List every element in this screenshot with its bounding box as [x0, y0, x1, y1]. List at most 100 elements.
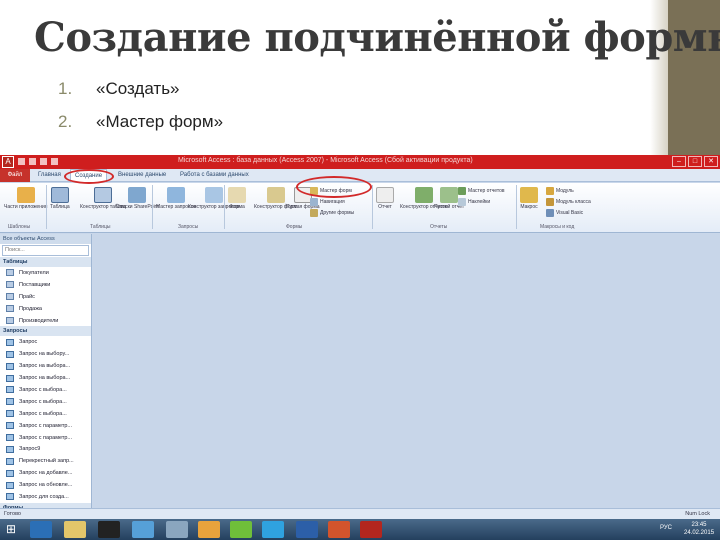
other-forms-button[interactable]: Другие формы — [310, 209, 354, 217]
nav-item-query[interactable]: Запрос для созда... — [0, 491, 91, 503]
module-button[interactable]: Модуль — [546, 187, 574, 195]
nav-item-label: Покупатели — [19, 269, 49, 276]
form-button[interactable]: Форма — [228, 187, 246, 210]
nav-item-query[interactable]: Перекрестный запр... — [0, 455, 91, 467]
app-icon[interactable] — [230, 521, 252, 538]
table-object-icon — [6, 305, 14, 313]
query-object-icon — [6, 350, 14, 358]
tables-list: Покупатели Поставщики Прайс Продажа Производ… — [0, 267, 91, 326]
word-icon[interactable] — [296, 521, 318, 538]
nav-group-queries[interactable]: Запросы — [0, 326, 91, 337]
query-object-icon — [6, 481, 14, 489]
query-wizard-icon — [167, 187, 186, 203]
minimize-icon[interactable]: – — [672, 156, 686, 167]
redo-icon[interactable] — [40, 158, 47, 165]
table-button[interactable]: Таблица — [50, 187, 70, 210]
nav-item-table[interactable]: Производители — [0, 315, 91, 327]
tray-time: 23:45 — [691, 522, 707, 528]
customize-icon[interactable] — [51, 158, 58, 165]
nav-item-query[interactable]: Запрос — [0, 336, 91, 348]
step-number: 2. — [58, 111, 73, 131]
tab-home[interactable]: Главная — [38, 169, 61, 182]
macro-button[interactable]: Макрос — [520, 187, 538, 210]
query-object-icon — [6, 374, 14, 382]
table-icon — [50, 187, 69, 203]
nav-item-label: Запрос9 — [19, 446, 41, 453]
nav-item-query[interactable]: Запрос на выбору... — [0, 348, 91, 360]
nav-item-query[interactable]: Запрос с выбора... — [0, 396, 91, 408]
blank-report-icon — [440, 187, 459, 203]
query-object-icon — [6, 469, 14, 477]
nav-item-query[interactable]: Запрос с выбора... — [0, 384, 91, 396]
folder-icon[interactable] — [64, 521, 86, 538]
group-label-reports: Отчеты — [430, 224, 448, 230]
nav-item-query[interactable]: Запрос на обновле... — [0, 479, 91, 491]
step-item: 1. «Создать» — [58, 72, 223, 105]
nav-item-query[interactable]: Запрос на добавле... — [0, 467, 91, 479]
visual-basic-button[interactable]: Visual Basic — [546, 209, 583, 217]
chrome-icon[interactable] — [198, 521, 220, 538]
tab-file[interactable]: Файл — [0, 169, 30, 182]
start-icon[interactable]: ⊞ — [6, 523, 20, 536]
query-object-icon — [6, 493, 14, 501]
tab-external-data[interactable]: Внешние данные — [118, 169, 166, 182]
hp-icon[interactable] — [30, 521, 52, 538]
close-icon[interactable]: ✕ — [704, 156, 718, 167]
group-separator — [516, 185, 517, 229]
app-parts-button[interactable]: Части приложения — [4, 187, 47, 210]
app-icon[interactable] — [166, 521, 188, 538]
nav-item-query[interactable]: Запрос с параметр... — [0, 420, 91, 432]
nav-group-tables[interactable]: Таблицы — [0, 257, 91, 267]
report-button[interactable]: Отчет — [376, 187, 394, 210]
save-icon[interactable] — [18, 158, 25, 165]
group-separator — [152, 185, 153, 229]
slide-title: Создание подчинённой формы — [34, 14, 720, 61]
tray-clock[interactable]: 23:45 24.02.2015 — [684, 521, 714, 537]
group-label-forms: Формы — [286, 224, 303, 230]
tab-database-tools[interactable]: Работа с базами данных — [180, 169, 249, 182]
step-text: «Мастер форм» — [96, 111, 224, 131]
access-window: A Microsoft Access : база данных (Access… — [0, 155, 720, 540]
undo-icon[interactable] — [29, 158, 36, 165]
quick-access-toolbar — [18, 158, 58, 165]
query-object-icon — [6, 457, 14, 465]
query-object-icon — [6, 362, 14, 370]
nav-search-input[interactable]: Поиск... — [2, 245, 89, 256]
nav-item-query[interactable]: Запрос с параметр... — [0, 432, 91, 444]
nav-item-table[interactable]: Поставщики — [0, 279, 91, 291]
app-icon[interactable] — [132, 521, 154, 538]
skype-icon[interactable] — [262, 521, 284, 538]
tray-language[interactable]: РУС — [660, 525, 672, 531]
step-number: 1. — [58, 78, 73, 98]
report-wizard-button[interactable]: Мастер отчетов — [458, 187, 505, 195]
nav-item-label: Запрос на добавле... — [19, 470, 73, 477]
nav-item-table[interactable]: Прайс — [0, 291, 91, 303]
powerpoint-icon[interactable] — [328, 521, 350, 538]
nav-item-query[interactable]: Запрос9 — [0, 443, 91, 455]
maximize-icon[interactable]: □ — [688, 156, 702, 167]
navigation-button[interactable]: Навигация — [310, 198, 345, 206]
nav-item-query[interactable]: Запрос на выбора... — [0, 372, 91, 384]
nav-pane-header[interactable]: Все объекты Access — [0, 234, 91, 244]
queries-list: Запрос Запрос на выбору... Запрос на выбор… — [0, 336, 91, 502]
nav-item-query[interactable]: Запрос на выбора... — [0, 360, 91, 372]
other-forms-icon — [310, 209, 318, 217]
camera-icon[interactable] — [98, 521, 120, 538]
nav-item-table[interactable]: Продажа — [0, 303, 91, 315]
access-icon[interactable] — [360, 521, 382, 538]
access-app-icon[interactable]: A — [2, 156, 14, 168]
class-module-button[interactable]: Модуль класса — [546, 198, 591, 206]
labels-button[interactable]: Наклейки — [458, 198, 490, 206]
nav-item-query[interactable]: Запрос с выбора... — [0, 408, 91, 420]
sharepoint-icon — [128, 187, 147, 203]
report-wizard-icon — [458, 187, 466, 195]
group-label-templates: Шаблоны — [8, 224, 31, 230]
highlight-circle-form-wizard — [296, 176, 372, 198]
title-bar: A Microsoft Access : база данных (Access… — [0, 155, 720, 169]
query-object-icon — [6, 422, 14, 430]
nav-item-label: Запрос — [19, 339, 38, 346]
group-label-macros: Макросы и код — [540, 224, 575, 230]
nav-item-table[interactable]: Покупатели — [0, 267, 91, 279]
nav-item-label: Запрос с параметр... — [19, 422, 73, 429]
step-text: «Создать» — [96, 78, 180, 98]
